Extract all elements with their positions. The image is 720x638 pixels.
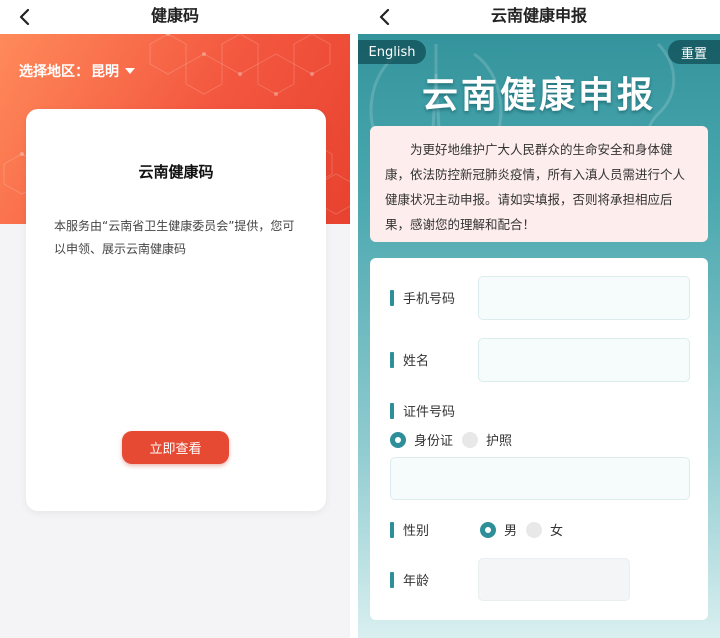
phone-label: 手机号码 [390,288,455,307]
right-page-title: 云南健康申报 [490,6,587,25]
gender-female-label: 女 [550,524,564,539]
english-button[interactable]: English [358,40,426,64]
region-label: 选择地区： [19,64,89,80]
left-screen: 选择地区： 昆明 健康码 云南健康码 本服务由“云南省卫生健康委员会”提供，您可… [0,0,350,638]
radio-selected-icon [480,521,496,538]
left-nav-bar: 健康码 [0,0,350,34]
declaration-form: 手机号码 姓名 证件号码 身份证 护照 性别 男 女 年龄 [370,258,708,620]
id-number-label: 证件号码 [390,401,455,420]
radio-selected-icon [390,431,406,448]
back-button[interactable] [373,3,397,31]
age-input[interactable] [478,558,630,601]
gender-female-radio[interactable]: 女 [526,520,563,539]
left-page-title: 健康码 [150,6,199,25]
gender-male-label: 男 [504,524,518,539]
right-screen: 云南健康申报 English 重置 云南健康申报 为更好地维护广大人民群众的生命… [358,0,720,638]
id-number-input[interactable] [390,457,690,500]
name-input[interactable] [478,338,690,382]
card-description: 本服务由“云南省卫生健康委员会”提供，您可以申领、展示云南健康码 [54,219,295,256]
radio-unselected-icon [526,521,542,538]
health-code-card: 云南健康码 本服务由“云南省卫生健康委员会”提供，您可以申领、展示云南健康码 立… [26,109,326,511]
name-label: 姓名 [390,350,429,369]
right-nav-bar: 云南健康申报 [358,0,720,34]
id-type-passport-radio[interactable]: 护照 [462,430,512,449]
id-type-idcard-label: 身份证 [414,434,454,449]
banner-title: 云南健康申报 [421,75,656,116]
back-button[interactable] [13,3,37,31]
back-chevron-icon [379,8,390,26]
region-value: 昆明 [91,64,119,80]
id-type-passport-label: 护照 [486,434,513,449]
card-title: 云南健康码 [138,163,214,181]
radio-unselected-icon [462,431,478,448]
view-now-button[interactable]: 立即查看 [122,431,229,464]
region-selector[interactable]: 选择地区： 昆明 [19,61,135,81]
phone-input[interactable] [478,276,690,320]
age-label: 年龄 [390,570,429,589]
gender-male-radio[interactable]: 男 [480,520,517,539]
back-chevron-icon [19,8,30,26]
declaration-notice: 为更好地维护广大人民群众的生命安全和身体健康，依法防控新冠肺炎疫情，所有入滇人员… [370,126,708,242]
id-type-idcard-radio[interactable]: 身份证 [390,430,453,449]
caret-down-icon [125,68,135,74]
reset-button[interactable]: 重置 [668,40,720,64]
gender-label: 性别 [390,520,429,539]
